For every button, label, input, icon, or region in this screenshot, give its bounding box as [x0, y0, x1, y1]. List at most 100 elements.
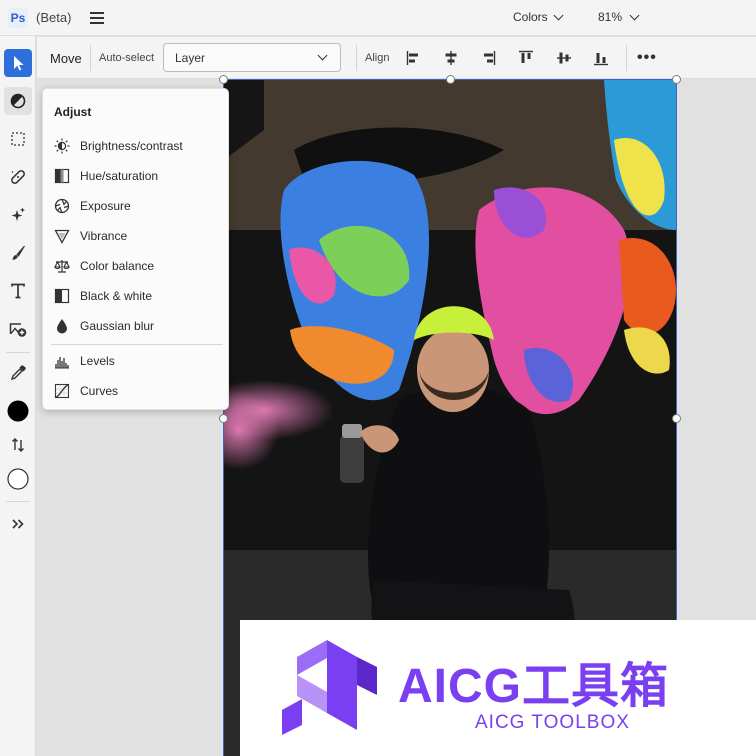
transform-handle[interactable]	[219, 75, 228, 84]
hue-saturation-icon	[54, 168, 70, 184]
transform-handle[interactable]	[672, 414, 681, 423]
color-balance-icon	[54, 260, 70, 273]
more-options-button[interactable]: •••	[637, 49, 657, 67]
watermark-subtitle: AICG TOOLBOX	[475, 712, 630, 733]
colors-dropdown[interactable]: Colors	[513, 10, 564, 24]
auto-select-value: Layer	[175, 50, 206, 65]
exposure-icon	[54, 198, 70, 214]
levels-icon	[55, 357, 69, 369]
transform-handle[interactable]	[446, 75, 455, 84]
align-right-button[interactable]	[477, 47, 499, 69]
move-tool-button[interactable]	[4, 49, 32, 77]
generative-fill-icon	[11, 207, 25, 221]
auto-select-label: Auto-select	[99, 52, 155, 64]
adjust-item-label: Brightness/contrast	[80, 139, 183, 153]
background-color-swatch[interactable]	[4, 465, 32, 493]
chevron-down-icon	[553, 10, 564, 20]
expand-toolbar-button[interactable]	[4, 510, 32, 538]
chevron-down-icon	[317, 50, 328, 61]
adjust-item-label: Curves	[80, 384, 119, 398]
options-divider	[90, 45, 91, 71]
aicg-logo-icon	[282, 640, 377, 735]
align-bottom-button[interactable]	[590, 47, 612, 69]
auto-select-dropdown[interactable]: Layer	[163, 43, 341, 72]
adjust-item-label: Gaussian blur	[80, 319, 155, 333]
options-divider	[356, 45, 357, 71]
adjust-item-levels[interactable]: Levels	[51, 348, 221, 374]
app-header: Ps (Beta) Colors 81%	[0, 0, 756, 36]
curves-icon	[54, 383, 70, 399]
swap-colors-button[interactable]	[4, 431, 32, 459]
align-horizontal-center-icon	[445, 51, 457, 65]
brush-tool-icon	[12, 245, 25, 260]
align-left-button[interactable]	[403, 47, 425, 69]
tool-divider	[6, 352, 30, 353]
move-tool-icon	[14, 56, 24, 71]
tool-rail	[0, 36, 36, 756]
tool-name-label: Move	[50, 51, 82, 66]
marquee-tool-button[interactable]	[4, 125, 32, 153]
align-right-icon	[484, 51, 496, 65]
marquee-tool-icon	[11, 132, 25, 146]
adjust-item-label: Levels	[80, 354, 115, 368]
adjust-item-label: Color balance	[80, 259, 155, 273]
adjust-panel: Adjust Brightness/contrast Hue/saturatio…	[42, 88, 229, 410]
expand-toolbar-icon	[12, 519, 24, 529]
adjust-panel-title: Adjust	[54, 105, 92, 119]
black-white-icon	[54, 288, 70, 304]
align-vertical-center-icon	[557, 52, 571, 64]
transform-handle[interactable]	[219, 414, 228, 423]
tool-divider	[6, 501, 30, 502]
align-center-button[interactable]	[440, 47, 462, 69]
type-tool-icon	[11, 283, 25, 299]
type-tool-button[interactable]	[4, 277, 32, 305]
adjust-item-label: Vibrance	[80, 229, 128, 243]
brightness-icon	[54, 138, 70, 154]
transform-handle[interactable]	[672, 75, 681, 84]
adjust-item-label: Exposure	[80, 199, 131, 213]
colors-dropdown-label: Colors	[513, 10, 548, 24]
eyedropper-icon	[10, 365, 26, 381]
vibrance-icon	[54, 229, 70, 244]
adjust-item-black-white[interactable]: Black & white	[51, 283, 221, 309]
adjust-item-gaussian-blur[interactable]: Gaussian blur	[51, 313, 221, 339]
options-divider	[626, 45, 627, 71]
add-image-icon	[9, 323, 27, 337]
align-top-icon	[519, 50, 533, 63]
brush-tool-button[interactable]	[4, 239, 32, 267]
gaussian-blur-icon	[57, 319, 67, 334]
chevron-down-icon	[629, 10, 640, 20]
options-bar: Move Auto-select Layer Align •••	[37, 37, 756, 79]
eyedropper-button[interactable]	[4, 359, 32, 387]
swap-colors-icon	[12, 438, 24, 452]
adjust-item-label: Hue/saturation	[80, 169, 159, 183]
beta-label: (Beta)	[36, 10, 72, 25]
align-middle-button[interactable]	[553, 47, 575, 69]
generative-fill-button[interactable]	[4, 201, 32, 229]
adjust-item-exposure[interactable]: Exposure	[51, 193, 221, 219]
align-left-icon	[406, 51, 418, 65]
add-image-button[interactable]	[4, 315, 32, 343]
adjustment-tool-icon	[10, 93, 26, 109]
photoshop-logo: Ps	[8, 8, 28, 28]
zoom-dropdown[interactable]: 81%	[598, 10, 640, 24]
healing-tool-icon	[11, 170, 25, 184]
adjust-item-hue-saturation[interactable]: Hue/saturation	[51, 163, 221, 189]
align-top-button[interactable]	[515, 47, 537, 69]
align-bottom-icon	[594, 53, 608, 66]
adjust-item-brightness-contrast[interactable]: Brightness/contrast	[51, 133, 221, 159]
adjustment-tool-button[interactable]	[4, 87, 32, 115]
hamburger-menu-button[interactable]	[88, 9, 106, 27]
adjust-item-label: Black & white	[80, 289, 153, 303]
zoom-level: 81%	[598, 10, 623, 24]
foreground-color-icon	[7, 400, 29, 422]
background-color-icon	[7, 468, 29, 490]
adjust-item-color-balance[interactable]: Color balance	[51, 253, 221, 279]
adjust-item-curves[interactable]: Curves	[51, 378, 221, 404]
adjust-item-vibrance[interactable]: Vibrance	[51, 223, 221, 249]
watermark-banner: AICG工具箱 AICG TOOLBOX	[240, 620, 756, 756]
adjust-panel-divider	[51, 344, 223, 345]
align-label: Align	[365, 52, 390, 64]
healing-tool-button[interactable]	[4, 163, 32, 191]
foreground-color-swatch[interactable]	[4, 397, 32, 425]
